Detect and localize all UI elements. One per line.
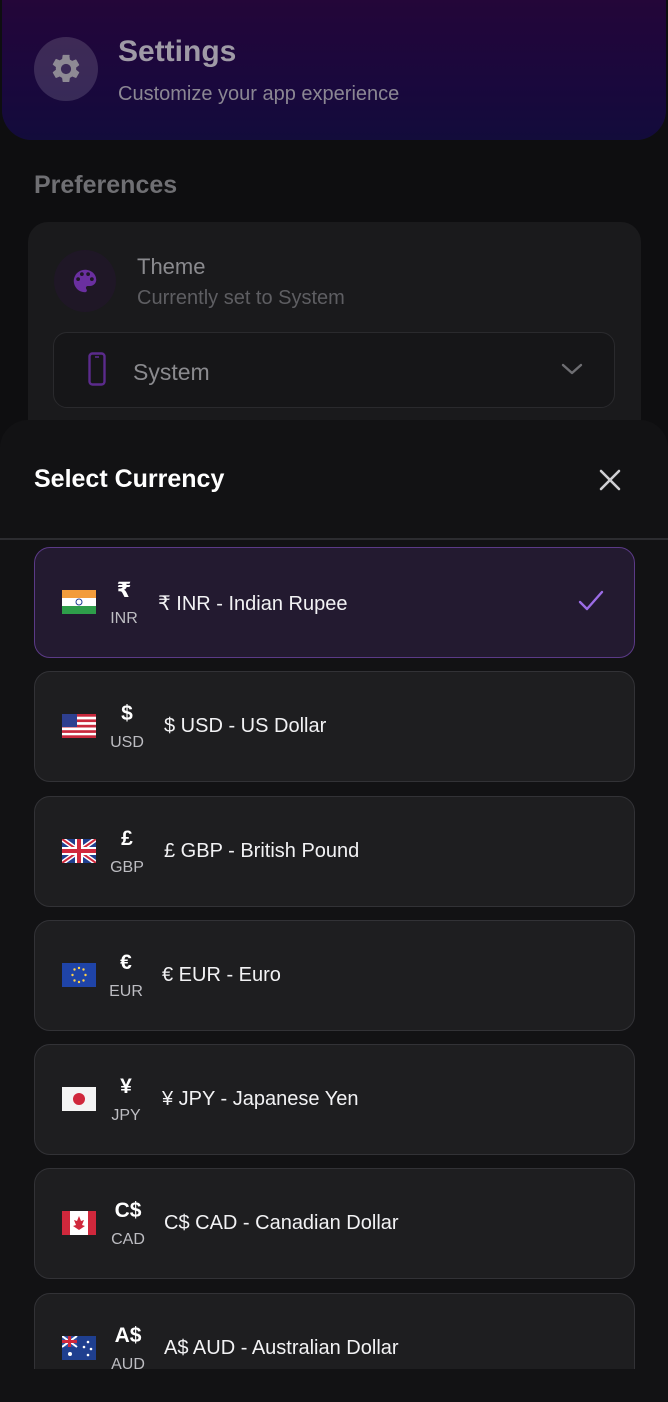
currency-code: USD bbox=[110, 734, 144, 751]
currency-symbol: € bbox=[120, 951, 132, 974]
currency-label: £ GBP - British Pound bbox=[164, 840, 360, 862]
canada-flag-icon bbox=[62, 1211, 96, 1235]
currency-symbol: £ bbox=[121, 827, 133, 850]
currency-option-cad[interactable]: C$ CAD C$ CAD - Canadian Dollar bbox=[34, 1168, 635, 1279]
gear-icon bbox=[34, 37, 98, 101]
currency-symbol: ¥ bbox=[120, 1075, 132, 1098]
australia-flag-icon bbox=[62, 1336, 96, 1360]
currency-option-eur[interactable]: € EUR € EUR - Euro bbox=[34, 920, 635, 1031]
currency-option-usd[interactable]: $ USD $ USD - US Dollar bbox=[34, 671, 635, 782]
currency-option-gbp[interactable]: £ GBP £ GBP - British Pound bbox=[34, 796, 635, 907]
currency-option-jpy[interactable]: ¥ JPY ¥ JPY - Japanese Yen bbox=[34, 1044, 635, 1155]
currency-symbol: A$ bbox=[114, 1324, 142, 1347]
currency-code: CAD bbox=[111, 1231, 145, 1248]
currency-symbol: ₹ bbox=[116, 579, 132, 602]
currency-code: AUD bbox=[111, 1356, 145, 1369]
theme-select-value: System bbox=[133, 359, 210, 385]
page-title: Settings bbox=[118, 35, 237, 68]
theme-status: Currently set to System bbox=[137, 287, 345, 309]
page-subtitle: Customize your app experience bbox=[118, 83, 400, 105]
usa-flag-icon bbox=[62, 714, 96, 738]
japan-flag-icon bbox=[62, 1087, 96, 1111]
theme-label: Theme bbox=[137, 254, 206, 279]
phone-icon bbox=[88, 352, 106, 391]
settings-screen: Settings Customize your app experience P… bbox=[0, 0, 668, 1402]
palette-icon bbox=[54, 250, 116, 312]
currency-option-inr[interactable]: ₹ INR ₹ INR - Indian Rupee bbox=[34, 547, 635, 658]
currency-label: ¥ JPY - Japanese Yen bbox=[162, 1088, 359, 1110]
uk-flag-icon bbox=[62, 839, 96, 863]
close-icon[interactable] bbox=[592, 462, 628, 498]
currency-code: GBP bbox=[110, 859, 144, 876]
eu-flag-icon bbox=[62, 963, 96, 987]
header-overlay bbox=[2, 0, 666, 140]
chevron-down-icon[interactable] bbox=[560, 360, 584, 383]
currency-list[interactable]: ₹ INR ₹ INR - Indian Rupee $ USD $ USD -… bbox=[0, 540, 668, 1369]
settings-header bbox=[2, 0, 666, 140]
check-icon bbox=[578, 590, 604, 611]
currency-label: C$ CAD - Canadian Dollar bbox=[164, 1212, 399, 1234]
currency-label: $ USD - US Dollar bbox=[164, 715, 327, 737]
india-flag-icon bbox=[62, 590, 96, 614]
currency-code: JPY bbox=[111, 1107, 141, 1124]
currency-label: ₹ INR - Indian Rupee bbox=[158, 593, 348, 615]
bottom-safe-area bbox=[0, 1369, 668, 1402]
currency-label: A$ AUD - Australian Dollar bbox=[164, 1337, 399, 1359]
currency-symbol: C$ bbox=[114, 1199, 142, 1222]
currency-symbol: $ bbox=[121, 702, 133, 725]
sheet-title: Select Currency bbox=[34, 465, 225, 493]
currency-code: INR bbox=[110, 610, 138, 627]
currency-label: € EUR - Euro bbox=[162, 964, 281, 986]
currency-option-aud[interactable]: A$ AUD A$ AUD - Australian Dollar bbox=[34, 1293, 635, 1369]
preferences-section-title: Preferences bbox=[34, 171, 178, 199]
currency-code: EUR bbox=[109, 983, 143, 1000]
